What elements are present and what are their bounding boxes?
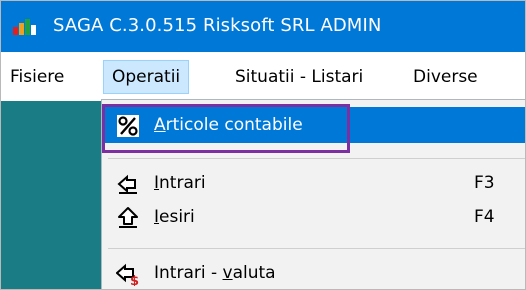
menu-fisiere[interactable]: Fisiere (2, 60, 72, 94)
menu-item-articole-contabile[interactable]: Articole contabile (102, 107, 525, 143)
saga-app-icon (13, 19, 36, 35)
title-bar[interactable]: SAGA C.3.0.515 Risksoft SRL ADMIN (1, 1, 525, 52)
menu-item-intrari[interactable]: Intrari F3 (102, 165, 525, 201)
operatii-dropdown-menu: Articole contabile Intrari F3 Iesiri F4 … (101, 99, 525, 289)
shortcut-label: F4 (474, 207, 495, 227)
menu-item-label: Articole contabile (154, 115, 303, 135)
menu-situatii-listari[interactable]: Situatii - Listari (227, 60, 371, 94)
inbox-arrow-icon (117, 174, 137, 194)
inbox-currency-icon: $ (116, 263, 139, 286)
percent-icon (117, 115, 139, 137)
menu-diverse[interactable]: Diverse (405, 60, 486, 94)
app-window: SAGA C.3.0.515 Risksoft SRL ADMIN Fisier… (0, 0, 526, 290)
menu-separator (108, 158, 525, 159)
menu-item-iesiri[interactable]: Iesiri F4 (102, 199, 525, 235)
menu-bar: Fisiere Operatii Situatii - Listari Dive… (1, 52, 525, 102)
menu-item-label: Intrari (154, 173, 206, 193)
menu-separator (108, 248, 525, 249)
outbox-arrow-icon (118, 207, 138, 228)
menu-item-label: Intrari - valuta (154, 263, 276, 283)
window-title: SAGA C.3.0.515 Risksoft SRL ADMIN (53, 15, 382, 36)
menu-item-intrari-valuta[interactable]: $ Intrari - valuta (102, 255, 525, 289)
menu-operatii[interactable]: Operatii (103, 60, 190, 94)
menu-item-label: Iesiri (154, 207, 195, 227)
workspace-background (1, 101, 101, 289)
svg-text:$: $ (130, 274, 139, 286)
shortcut-label: F3 (474, 173, 495, 193)
